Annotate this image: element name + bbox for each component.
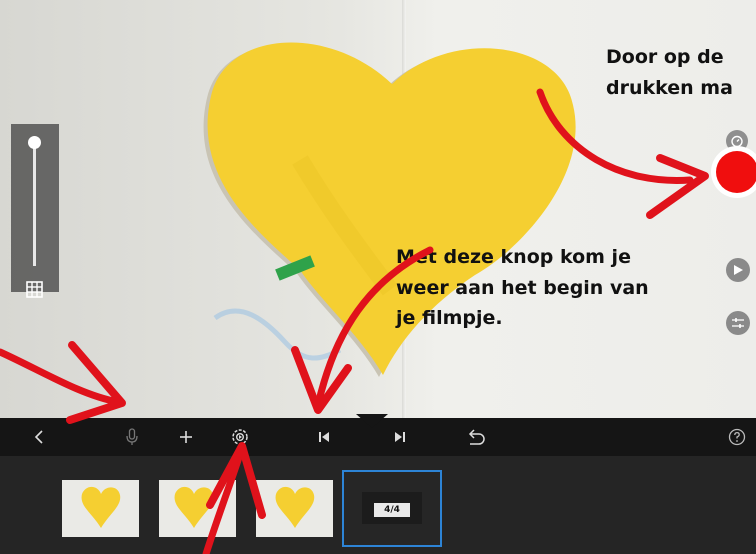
back-button[interactable]: [28, 418, 50, 456]
skip-to-start-icon: [319, 432, 329, 442]
undo-icon: [468, 429, 485, 445]
adjust-settings-button[interactable]: [726, 311, 750, 335]
annotation-skip-line1: Met deze knop kom je: [396, 246, 631, 268]
skip-to-end-icon: [395, 432, 405, 442]
current-frame-slot[interactable]: 4/4: [342, 470, 442, 547]
undo-button[interactable]: [464, 418, 488, 456]
annotation-skip-line3: je filmpje.: [396, 307, 503, 329]
frame-thumbnail[interactable]: [256, 480, 333, 537]
empty-frame-preview: 4/4: [362, 492, 422, 524]
annotation-skip-line2: weer aan het begin van: [396, 276, 649, 299]
heart-thumbnail-image: [81, 486, 121, 528]
zoom-slider-track[interactable]: [33, 142, 36, 266]
zoom-slider-knob[interactable]: [28, 136, 41, 149]
annotation-record: Door op de drukken ma: [606, 42, 733, 104]
settings-button[interactable]: [229, 418, 251, 456]
record-button[interactable]: [711, 146, 756, 198]
heart-thumbnail-image: [174, 486, 214, 528]
help-icon: [728, 428, 746, 446]
record-icon: [716, 151, 756, 193]
frame-counter: 4/4: [374, 503, 410, 517]
frame-timeline: 4/4: [0, 456, 756, 554]
skip-to-end-button[interactable]: [390, 418, 410, 456]
frame-thumbnail[interactable]: [159, 480, 236, 537]
microphone-button[interactable]: [122, 418, 142, 456]
help-button[interactable]: [727, 418, 747, 456]
playhead-notch: [356, 414, 388, 428]
frame-thumbnail[interactable]: [62, 480, 139, 537]
back-icon: [34, 430, 43, 444]
grid-icon[interactable]: [26, 281, 43, 302]
settings-icon: [232, 429, 248, 445]
zoom-slider-panel: [11, 124, 59, 298]
sliders-icon: [732, 318, 744, 328]
play-button[interactable]: [726, 258, 750, 282]
annotation-record-line1: Door op de: [606, 46, 724, 68]
play-icon: [734, 265, 743, 275]
microphone-icon: [126, 428, 138, 445]
plus-icon: [180, 431, 192, 443]
heart-thumbnail-image: [275, 486, 315, 528]
annotation-record-line2: drukken ma: [606, 77, 733, 99]
skip-to-start-button[interactable]: [314, 418, 334, 456]
annotation-skip-start: Met deze knop kom je weer aan het begin …: [396, 242, 649, 334]
add-button[interactable]: [176, 418, 196, 456]
camera-viewport: Door op de drukken ma Met deze knop kom …: [0, 0, 756, 418]
